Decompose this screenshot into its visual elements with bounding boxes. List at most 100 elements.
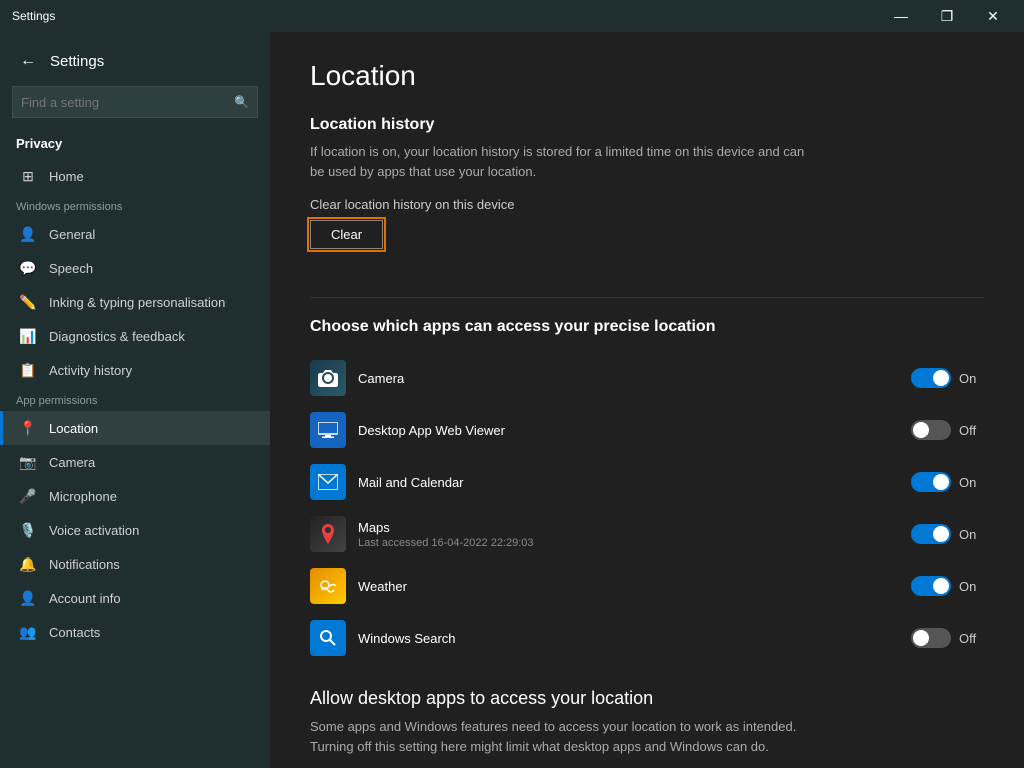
- maximize-button[interactable]: ❐: [924, 0, 970, 32]
- allow-section: Allow desktop apps to access your locati…: [310, 688, 984, 768]
- sidebar-item-general[interactable]: 👤 General: [0, 217, 270, 251]
- page-title: Location: [310, 60, 984, 92]
- camera-app-name: Camera: [358, 371, 899, 386]
- winsearch-toggle[interactable]: [911, 628, 951, 648]
- desktop-app-name: Desktop App Web Viewer: [358, 423, 899, 438]
- weather-app-icon: [310, 568, 346, 604]
- sidebar: ← Settings 🔍 Privacy ⊞ Home Windows perm…: [0, 32, 270, 768]
- sidebar-item-general-label: General: [49, 227, 95, 242]
- weather-toggle-area: On: [911, 576, 984, 596]
- mail-toggle-knob: [933, 474, 949, 490]
- allow-desc: Some apps and Windows features need to a…: [310, 717, 810, 756]
- mail-toggle-label: On: [959, 475, 984, 490]
- allow-title: Allow desktop apps to access your locati…: [310, 688, 984, 709]
- clear-button[interactable]: Clear: [310, 220, 383, 249]
- app-body: ← Settings 🔍 Privacy ⊞ Home Windows perm…: [0, 32, 1024, 768]
- sidebar-item-contacts-label: Contacts: [49, 625, 100, 640]
- sidebar-item-inking-label: Inking & typing personalisation: [49, 295, 225, 310]
- divider-1: [310, 297, 984, 298]
- search-icon[interactable]: 🔍: [234, 95, 249, 109]
- activity-icon: 📋: [19, 361, 37, 379]
- winsearch-app-name: Windows Search: [358, 631, 899, 646]
- general-icon: 👤: [19, 225, 37, 243]
- sidebar-item-activity[interactable]: 📋 Activity history: [0, 353, 270, 387]
- mail-app-info: Mail and Calendar: [358, 475, 899, 490]
- weather-app-name: Weather: [358, 579, 899, 594]
- desktop-toggle[interactable]: [911, 420, 951, 440]
- app-title-label: Settings: [12, 9, 55, 23]
- account-icon: 👤: [19, 589, 37, 607]
- desktop-toggle-label: Off: [959, 423, 984, 438]
- sidebar-item-contacts[interactable]: 👥 Contacts: [0, 615, 270, 649]
- weather-toggle-knob: [933, 578, 949, 594]
- close-button[interactable]: ✕: [970, 0, 1016, 32]
- weather-app-info: Weather: [358, 579, 899, 594]
- apps-section-title: Choose which apps can access your precis…: [310, 318, 984, 336]
- winsearch-toggle-label: Off: [959, 631, 984, 646]
- sidebar-item-notifications-label: Notifications: [49, 557, 120, 572]
- location-icon: 📍: [19, 419, 37, 437]
- sidebar-item-diagnostics[interactable]: 📊 Diagnostics & feedback: [0, 319, 270, 353]
- sidebar-item-diagnostics-label: Diagnostics & feedback: [49, 329, 185, 344]
- windows-permissions-label: Windows permissions: [0, 193, 270, 217]
- location-history-desc: If location is on, your location history…: [310, 142, 810, 181]
- maps-toggle-label: On: [959, 527, 984, 542]
- voice-icon: 🎙️: [19, 521, 37, 539]
- app-item-winsearch: Windows Search Off: [310, 612, 984, 664]
- desktop-toggle-area: Off: [911, 420, 984, 440]
- winsearch-toggle-area: Off: [911, 628, 984, 648]
- microphone-icon: 🎤: [19, 487, 37, 505]
- mail-app-name: Mail and Calendar: [358, 475, 899, 490]
- notifications-icon: 🔔: [19, 555, 37, 573]
- sidebar-item-speech-label: Speech: [49, 261, 93, 276]
- maps-app-info: Maps Last accessed 16-04-2022 22:29:03: [358, 520, 899, 549]
- camera-app-icon: [310, 360, 346, 396]
- mail-toggle[interactable]: [911, 472, 951, 492]
- app-item-desktop: Desktop App Web Viewer Off: [310, 404, 984, 456]
- title-bar: Settings — ❐ ✕: [0, 0, 1024, 32]
- sidebar-item-microphone-label: Microphone: [49, 489, 117, 504]
- sidebar-item-voice[interactable]: 🎙️ Voice activation: [0, 513, 270, 547]
- mail-toggle-area: On: [911, 472, 984, 492]
- sidebar-item-speech[interactable]: 💬 Speech: [0, 251, 270, 285]
- minimize-button[interactable]: —: [878, 0, 924, 32]
- app-permissions-label: App permissions: [0, 387, 270, 411]
- maps-toggle-knob: [933, 526, 949, 542]
- camera-toggle-knob: [933, 370, 949, 386]
- clear-label: Clear location history on this device: [310, 197, 984, 212]
- sidebar-item-notifications[interactable]: 🔔 Notifications: [0, 547, 270, 581]
- camera-toggle-area: On: [911, 368, 984, 388]
- app-item-mail: Mail and Calendar On: [310, 456, 984, 508]
- content-area: Location Location history If location is…: [270, 32, 1024, 768]
- sidebar-item-microphone[interactable]: 🎤 Microphone: [0, 479, 270, 513]
- maps-app-name: Maps: [358, 520, 899, 535]
- camera-app-info: Camera: [358, 371, 899, 386]
- search-input[interactable]: [21, 95, 234, 110]
- sidebar-item-camera-label: Camera: [49, 455, 95, 470]
- contacts-icon: 👥: [19, 623, 37, 641]
- camera-toggle[interactable]: [911, 368, 951, 388]
- winsearch-app-icon: [310, 620, 346, 656]
- maps-app-icon: [310, 516, 346, 552]
- sidebar-item-home-label: Home: [49, 169, 84, 184]
- title-bar-left: Settings: [12, 9, 55, 23]
- privacy-label: Privacy: [0, 130, 270, 159]
- sidebar-item-inking[interactable]: ✏️ Inking & typing personalisation: [0, 285, 270, 319]
- maps-toggle[interactable]: [911, 524, 951, 544]
- winsearch-toggle-knob: [913, 630, 929, 646]
- desktop-app-icon: [310, 412, 346, 448]
- sidebar-item-camera[interactable]: 📷 Camera: [0, 445, 270, 479]
- back-button[interactable]: ←: [16, 48, 40, 74]
- sidebar-item-location-label: Location: [49, 421, 98, 436]
- inking-icon: ✏️: [19, 293, 37, 311]
- sidebar-item-home[interactable]: ⊞ Home: [0, 159, 270, 193]
- sidebar-item-account-label: Account info: [49, 591, 121, 606]
- weather-toggle[interactable]: [911, 576, 951, 596]
- desktop-toggle-knob: [913, 422, 929, 438]
- sidebar-item-account-info[interactable]: 👤 Account info: [0, 581, 270, 615]
- app-item-camera: Camera On: [310, 352, 984, 404]
- sidebar-item-location[interactable]: 📍 Location: [0, 411, 270, 445]
- location-history-title: Location history: [310, 116, 984, 134]
- diagnostics-icon: 📊: [19, 327, 37, 345]
- app-item-weather: Weather On: [310, 560, 984, 612]
